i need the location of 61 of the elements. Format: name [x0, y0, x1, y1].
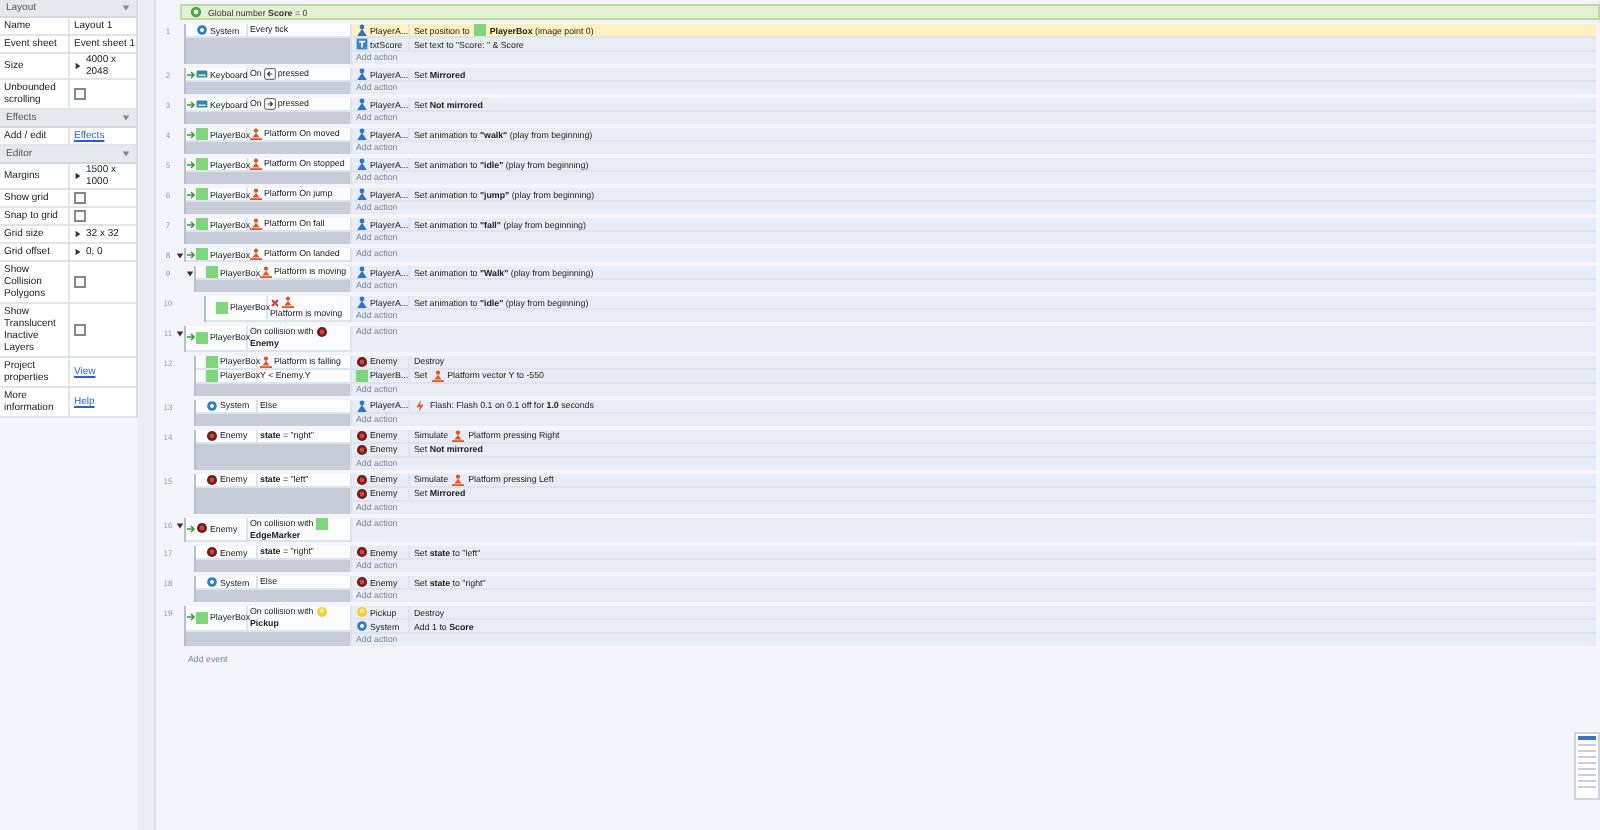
platform-behavior-icon	[260, 355, 272, 367]
lightning-icon	[414, 399, 426, 411]
person-icon	[356, 266, 368, 278]
blob-icon	[356, 355, 368, 367]
right-arrow-key-icon	[263, 98, 276, 110]
person-icon	[356, 218, 368, 230]
blob-icon	[356, 546, 368, 558]
square-sprite-icon	[315, 517, 328, 529]
person-icon	[356, 188, 368, 200]
person-icon	[356, 24, 368, 36]
person-icon	[356, 399, 368, 411]
coin-icon	[315, 606, 328, 618]
blob-icon	[206, 429, 218, 441]
expand-arrow-icon	[74, 248, 82, 256]
expand-arrow-icon	[74, 230, 82, 238]
text-object-icon	[356, 38, 368, 50]
person-icon	[356, 68, 368, 80]
keyboard-icon	[196, 98, 208, 110]
blob-icon	[315, 326, 328, 338]
checkbox[interactable]	[74, 192, 86, 204]
gear-icon	[196, 24, 208, 36]
coin-icon	[356, 606, 368, 618]
checkbox[interactable]	[74, 210, 86, 222]
platform-behavior-icon	[452, 473, 465, 485]
platform-behavior-icon	[250, 248, 262, 260]
platform-behavior-icon	[260, 266, 272, 278]
platform-behavior-icon	[282, 296, 294, 308]
square-sprite-icon	[196, 158, 208, 170]
square-sprite-icon	[473, 24, 486, 36]
gear-icon	[356, 620, 368, 632]
gear-icon	[206, 399, 218, 411]
platform-behavior-icon	[431, 369, 444, 381]
checkbox[interactable]	[74, 88, 86, 100]
gear-icon	[206, 576, 218, 588]
window-thumbnail	[1574, 732, 1600, 800]
collapse-caret-icon	[122, 150, 130, 158]
square-sprite-icon	[196, 128, 208, 140]
square-sprite-icon	[196, 611, 208, 624]
blob-icon	[206, 473, 218, 485]
keyboard-icon	[196, 68, 208, 80]
person-icon	[356, 158, 368, 170]
blob-icon	[356, 576, 368, 588]
expand-arrow-icon	[74, 172, 82, 180]
platform-behavior-icon	[250, 218, 262, 230]
platform-behavior-icon	[250, 158, 262, 170]
checkbox[interactable]	[74, 276, 86, 288]
person-icon	[356, 128, 368, 140]
platform-behavior-icon	[250, 128, 262, 140]
square-sprite-icon	[196, 188, 208, 200]
left-arrow-key-icon	[263, 68, 276, 80]
square-sprite-icon	[216, 301, 228, 314]
person-icon	[356, 98, 368, 110]
collapse-caret-icon	[122, 4, 130, 12]
platform-behavior-icon	[250, 188, 262, 200]
person-icon	[356, 296, 368, 308]
platform-behavior-icon	[452, 429, 465, 441]
expand-arrow-icon	[74, 62, 82, 70]
globe-icon	[190, 6, 202, 18]
collapse-caret-icon	[122, 114, 130, 122]
checkbox[interactable]	[74, 324, 86, 336]
square-sprite-icon	[196, 218, 208, 230]
